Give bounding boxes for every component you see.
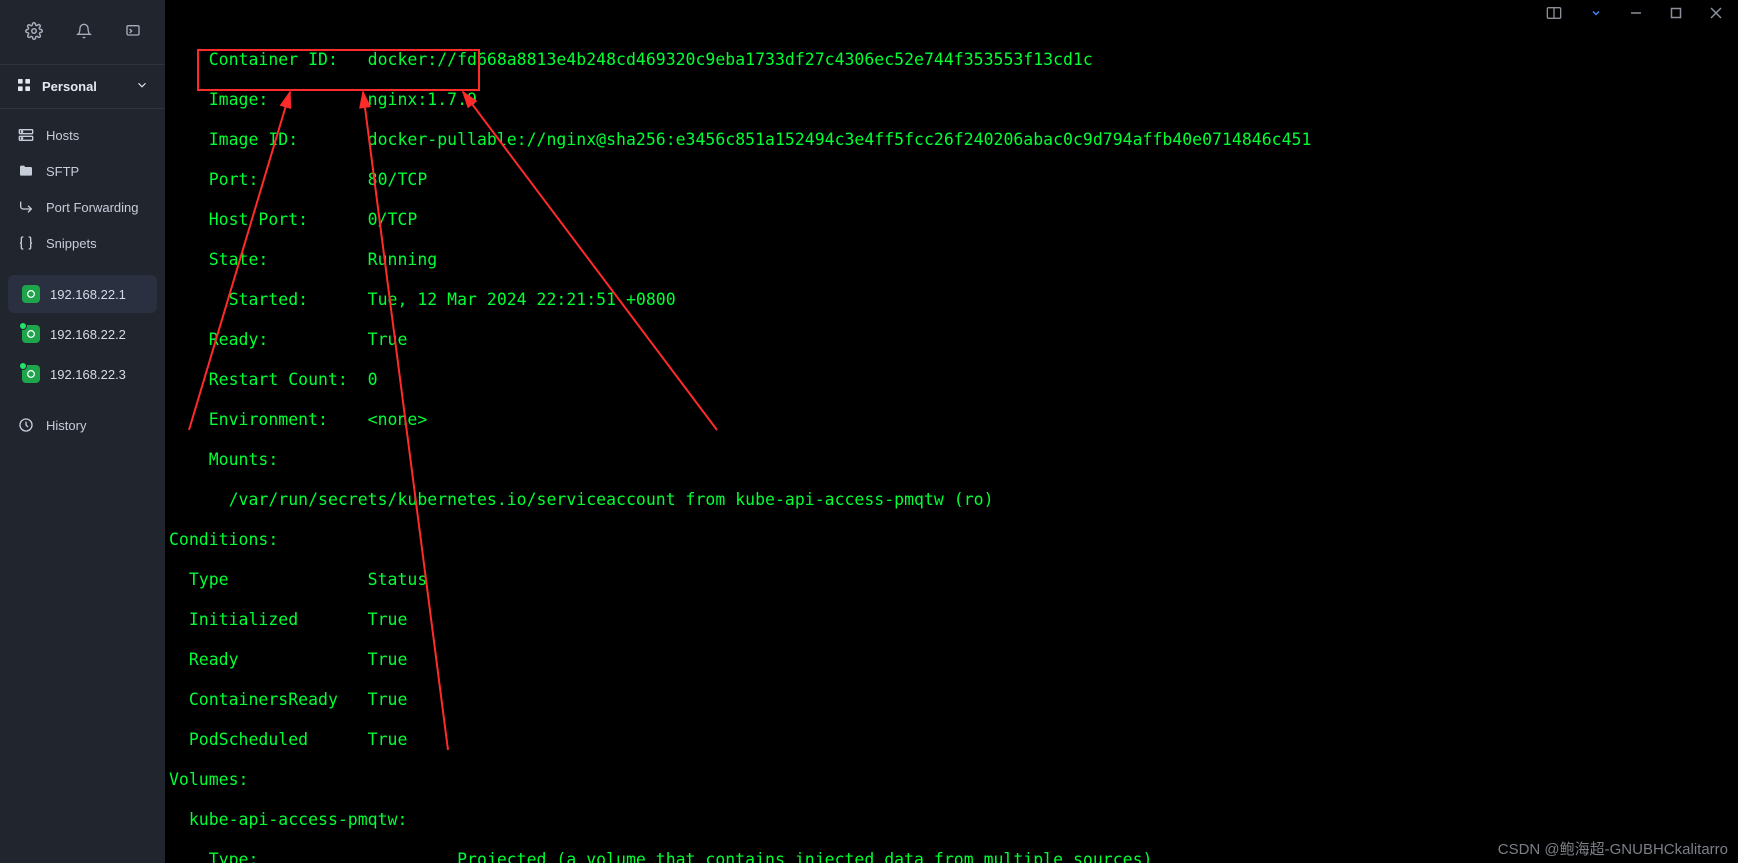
term-line: Started: Tue, 12 Mar 2024 22:21:51 +0800 bbox=[169, 290, 1734, 310]
host-item-2[interactable]: 192.168.22.2 bbox=[8, 315, 157, 353]
host-status-icon bbox=[22, 365, 40, 383]
nav-list: Hosts SFTP Port Forwarding Snippets bbox=[0, 109, 165, 269]
term-line: Environment: <none> bbox=[169, 410, 1734, 430]
settings-icon[interactable] bbox=[25, 22, 43, 43]
term-line: Mounts: bbox=[169, 450, 1734, 470]
sidebar: Personal Hosts SFTP Port Forwarding bbox=[0, 0, 165, 863]
host-item-1[interactable]: 192.168.22.1 bbox=[8, 275, 157, 313]
watermark-text: CSDN @鲍海超-GNUBHCkalitarro bbox=[1498, 838, 1728, 859]
maximize-icon[interactable] bbox=[1666, 2, 1686, 28]
host-status-icon bbox=[22, 285, 40, 303]
folder-icon bbox=[18, 163, 34, 179]
nav-label: SFTP bbox=[46, 164, 79, 179]
term-line: Conditions: bbox=[169, 530, 1734, 550]
workspace-selector[interactable]: Personal bbox=[0, 65, 165, 109]
nav-label: Hosts bbox=[46, 128, 79, 143]
nav-hosts[interactable]: Hosts bbox=[0, 117, 165, 153]
nav-snippets[interactable]: Snippets bbox=[0, 225, 165, 261]
host-item-3[interactable]: 192.168.22.3 bbox=[8, 355, 157, 393]
close-icon[interactable] bbox=[1706, 2, 1726, 28]
host-label: 192.168.22.1 bbox=[50, 287, 126, 302]
host-label: 192.168.22.2 bbox=[50, 327, 126, 342]
host-status-icon bbox=[22, 325, 40, 343]
term-line: Image: nginx:1.7.9 bbox=[169, 90, 1734, 110]
term-line: Image ID: docker-pullable://nginx@sha256… bbox=[169, 130, 1734, 150]
terminal-output[interactable]: Container ID: docker://fd668a8813e4b248c… bbox=[165, 30, 1738, 863]
host-label: 192.168.22.3 bbox=[50, 367, 126, 382]
term-line: Type Status bbox=[169, 570, 1734, 590]
history-icon bbox=[18, 417, 34, 433]
forward-icon bbox=[18, 199, 34, 215]
term-line: /var/run/secrets/kubernetes.io/serviceac… bbox=[169, 490, 1734, 510]
hosts-icon bbox=[18, 127, 34, 143]
term-line: Host Port: 0/TCP bbox=[169, 210, 1734, 230]
nav-history[interactable]: History bbox=[0, 407, 165, 443]
term-line: Restart Count: 0 bbox=[169, 370, 1734, 390]
nav-label: History bbox=[46, 418, 86, 433]
nav-sftp[interactable]: SFTP bbox=[0, 153, 165, 189]
minimize-icon[interactable] bbox=[1626, 2, 1646, 28]
workspace-label: Personal bbox=[42, 79, 97, 94]
term-line: Ready True bbox=[169, 650, 1734, 670]
term-line: PodScheduled True bbox=[169, 730, 1734, 750]
chevron-down-icon bbox=[135, 78, 149, 95]
term-line: Volumes: bbox=[169, 770, 1734, 790]
term-line: ContainersReady True bbox=[169, 690, 1734, 710]
term-line: Initialized True bbox=[169, 610, 1734, 630]
nav-label: Port Forwarding bbox=[46, 200, 138, 215]
terminal-icon[interactable] bbox=[125, 23, 141, 42]
online-dot-icon bbox=[19, 362, 27, 370]
split-pane-icon[interactable] bbox=[1542, 2, 1566, 29]
term-line: Container ID: docker://fd668a8813e4b248c… bbox=[169, 50, 1734, 70]
workspace-icon bbox=[16, 77, 32, 96]
nav-port-forwarding[interactable]: Port Forwarding bbox=[0, 189, 165, 225]
host-list: 192.168.22.1 192.168.22.2 192.168.22.3 bbox=[0, 269, 165, 399]
term-line: kube-api-access-pmqtw: bbox=[169, 810, 1734, 830]
term-line: Ready: True bbox=[169, 330, 1734, 350]
braces-icon bbox=[18, 235, 34, 251]
nav-label: Snippets bbox=[46, 236, 97, 251]
term-line: State: Running bbox=[169, 250, 1734, 270]
window-titlebar bbox=[165, 0, 1738, 30]
dropdown-icon[interactable] bbox=[1586, 2, 1606, 28]
online-dot-icon bbox=[19, 322, 27, 330]
annotation-arrows bbox=[165, 30, 1738, 830]
sidebar-top-icons bbox=[0, 0, 165, 65]
bell-icon[interactable] bbox=[76, 23, 92, 42]
main-area: Container ID: docker://fd668a8813e4b248c… bbox=[165, 0, 1738, 863]
nav-list-bottom: History bbox=[0, 399, 165, 451]
term-line: Port: 80/TCP bbox=[169, 170, 1734, 190]
